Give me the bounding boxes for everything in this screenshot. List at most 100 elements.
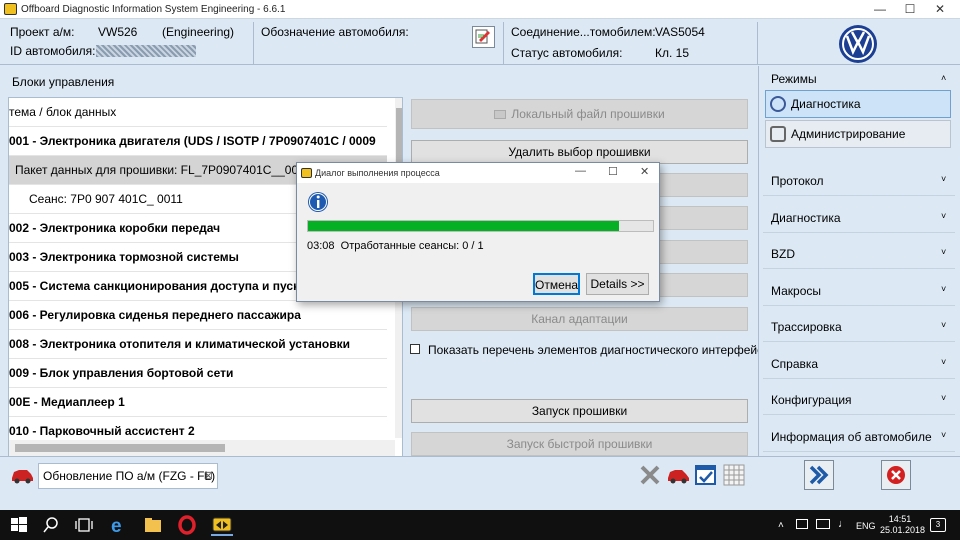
- show-interface-checkbox[interactable]: [410, 344, 420, 354]
- section-label: Информация об автомобиле: [771, 429, 932, 444]
- expand-chevron-icon[interactable]: ˅: [941, 247, 946, 257]
- section-header[interactable]: Диагностика ˅: [759, 205, 959, 233]
- notifications-icon[interactable]: 3: [930, 518, 946, 532]
- cancel-session-button[interactable]: [881, 460, 911, 490]
- input-language[interactable]: ENG: [856, 521, 876, 531]
- section-header[interactable]: BZD ˅: [759, 241, 959, 269]
- edit-vehicle-icon[interactable]: [472, 26, 495, 48]
- vehicle-status-label: Статус автомобиля:: [511, 46, 623, 60]
- collapse-modes-icon[interactable]: ˄: [941, 73, 946, 83]
- section-header[interactable]: Трассировка ˅: [759, 314, 959, 342]
- file-explorer-icon[interactable]: [142, 514, 164, 536]
- local-file-button[interactable]: Локальный файл прошивки: [411, 99, 748, 129]
- network-icon[interactable]: [796, 519, 808, 529]
- tree-row-label: 00E - Медиаплеер 1: [9, 395, 125, 409]
- grid-view-icon[interactable]: [722, 463, 746, 487]
- section-label: Диагностика: [771, 210, 841, 225]
- admin-icon: [770, 126, 786, 142]
- battery-icon[interactable]: [816, 519, 830, 529]
- tree-horizontal-scrollbar[interactable]: [9, 440, 395, 456]
- cancel-icon: [887, 466, 905, 484]
- progress-dialog: Диалог выполнения процесса — ☐ ✕ 03:08 О…: [296, 162, 660, 302]
- section-header[interactable]: Справка ˅: [759, 351, 959, 379]
- vehicle-designation-label: Обозначение автомобиля:: [261, 25, 409, 39]
- odis-taskbar-icon[interactable]: [211, 514, 233, 536]
- info-icon: [307, 191, 329, 213]
- firmware-update-tab[interactable]: Обновление ПО а/м (FZG - FL) ⊠: [38, 463, 218, 489]
- volume-icon[interactable]: ♩: [838, 518, 849, 530]
- section-label: Трассировка: [771, 320, 842, 334]
- vw-logo: [838, 24, 878, 64]
- tree-row-label: 006 - Регулировка сиденья переднего пасс…: [9, 308, 301, 322]
- expand-chevron-icon[interactable]: ˅: [941, 211, 946, 221]
- vertical-scroll-thumb[interactable]: [396, 108, 402, 163]
- horizontal-scroll-thumb[interactable]: [15, 444, 225, 452]
- dialog-maximize-icon[interactable]: ☐: [608, 165, 618, 178]
- folder-icon: [494, 110, 507, 119]
- tree-row[interactable]: 001 - Электроника двигателя (UDS / ISOTP…: [9, 127, 387, 156]
- dialog-details-button[interactable]: Details >>: [586, 273, 649, 295]
- section-label: Макросы: [771, 283, 822, 298]
- stethoscope-icon: [770, 96, 786, 112]
- expand-chevron-icon[interactable]: ˅: [941, 430, 946, 440]
- diagnostics-mode-button[interactable]: Диагностика: [765, 90, 951, 118]
- tools-icon[interactable]: [638, 463, 662, 487]
- windows-start-icon[interactable]: [8, 514, 30, 536]
- dialog-minimize-icon[interactable]: —: [575, 165, 586, 177]
- right-navigation-panel: Режимы ˄ Диагностика Администрирование П…: [758, 66, 960, 456]
- tree-row[interactable]: 00E - Медиаплеер 1: [9, 388, 387, 417]
- search-icon[interactable]: [40, 514, 62, 536]
- dialog-cancel-button[interactable]: Отмена: [533, 273, 580, 295]
- section-header[interactable]: Информация об автомобиле ˅: [759, 424, 959, 452]
- taskbar-clock[interactable]: 14:51 25.01.2018: [880, 514, 926, 536]
- minimize-icon[interactable]: —: [865, 0, 895, 19]
- tree-row[interactable]: 009 - Блок управления бортовой сети: [9, 359, 387, 388]
- edge-browser-icon[interactable]: e: [108, 514, 130, 537]
- continue-button[interactable]: [804, 460, 834, 490]
- section-label: Конфигурация: [771, 393, 852, 407]
- tree-row-label: тема / блок данных: [9, 105, 117, 119]
- local-file-label: Локальный файл прошивки: [511, 107, 665, 121]
- start-flash-button[interactable]: Запуск прошивки: [411, 399, 748, 423]
- dialog-status: 03:08 Отработанные сеансы: 0 / 1: [307, 240, 484, 252]
- clock-date: 25.01.2018: [880, 525, 926, 535]
- admin-mode-button[interactable]: Администрирование: [765, 120, 951, 148]
- section-label: BZD: [771, 247, 795, 261]
- tree-row[interactable]: 008 - Электроника отопителя и климатичес…: [9, 330, 387, 359]
- adaptation-channel-button[interactable]: Канал адаптации: [411, 307, 748, 331]
- tree-row-label: 010 - Парковочный ассистент 2: [9, 424, 195, 438]
- vehicle-connect-icon[interactable]: [666, 463, 690, 487]
- show-hidden-icons-icon[interactable]: ˄: [778, 520, 784, 531]
- double-arrow-icon: [809, 465, 829, 485]
- delete-selection-button[interactable]: Удалить выбор прошивки: [411, 140, 748, 164]
- section-header[interactable]: Макросы ˅: [759, 278, 959, 306]
- sessions-processed: Отработанные сеансы: 0 / 1: [340, 240, 484, 252]
- checklist-icon[interactable]: [694, 463, 718, 487]
- tab-close-icon[interactable]: ⊠: [204, 464, 213, 488]
- car-icon[interactable]: [10, 466, 34, 484]
- diagnostics-mode-label: Диагностика: [791, 97, 861, 111]
- modes-header[interactable]: Режимы: [771, 72, 817, 86]
- elapsed-time: 03:08: [307, 240, 335, 252]
- tab-label: Обновление ПО а/м (FZG - FL): [43, 469, 216, 483]
- section-header[interactable]: Протокол ˅: [759, 168, 959, 196]
- expand-chevron-icon[interactable]: ˅: [941, 284, 946, 294]
- task-view-icon[interactable]: [73, 514, 95, 536]
- expand-chevron-icon[interactable]: ˅: [941, 174, 946, 184]
- start-fast-flash-button[interactable]: Запуск быстрой прошивки: [411, 432, 748, 456]
- opera-browser-icon[interactable]: [176, 514, 198, 536]
- window-title: Offboard Diagnostic Information System E…: [21, 4, 286, 15]
- project-label: Проект а/м:: [10, 25, 75, 39]
- expand-chevron-icon[interactable]: ˅: [941, 357, 946, 367]
- connection-value: VAS5054: [655, 25, 705, 39]
- dialog-close-icon[interactable]: ✕: [640, 165, 649, 178]
- expand-chevron-icon[interactable]: ˅: [941, 320, 946, 330]
- tree-row[interactable]: 006 - Регулировка сиденья переднего пасс…: [9, 301, 387, 330]
- close-icon[interactable]: ✕: [925, 0, 955, 19]
- maximize-icon[interactable]: ☐: [895, 0, 925, 19]
- expand-chevron-icon[interactable]: ˅: [941, 393, 946, 403]
- admin-mode-label: Администрирование: [791, 127, 906, 141]
- tree-row[interactable]: тема / блок данных: [9, 98, 387, 127]
- section-header[interactable]: Конфигурация ˅: [759, 387, 959, 415]
- windows-taskbar: e ˄ ♩ 3: [0, 510, 960, 540]
